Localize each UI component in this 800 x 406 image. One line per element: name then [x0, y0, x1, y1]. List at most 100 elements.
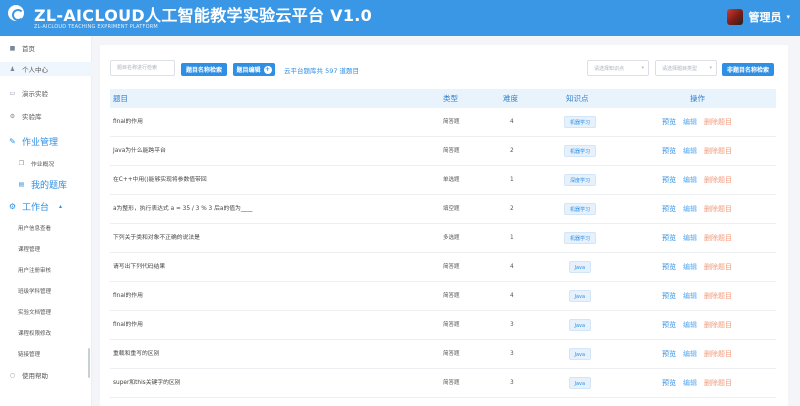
- preview-link[interactable]: 预览: [662, 311, 676, 340]
- edit-link[interactable]: 编辑: [683, 253, 697, 282]
- preview-link[interactable]: 预览: [662, 253, 676, 282]
- preview-link[interactable]: 预览: [662, 195, 676, 224]
- delete-question-link[interactable]: 删除题目: [704, 340, 732, 369]
- knowledge-tag: Java: [568, 377, 592, 389]
- edit-link[interactable]: 编辑: [683, 195, 697, 224]
- preview-link[interactable]: 预览: [662, 224, 676, 253]
- help-icon: ○: [9, 371, 16, 379]
- question-difficulty: 3: [510, 351, 514, 357]
- column-header-actions: 操作: [690, 94, 705, 103]
- knowledge-tag: 深度学习: [564, 174, 597, 186]
- preview-link[interactable]: 预览: [662, 282, 676, 311]
- table-row: super和this关键字的区别 简答题 3 Java 预览 编辑 删除题目: [110, 369, 776, 398]
- sidebar-item-homework-overview[interactable]: ❐ 作业概况: [0, 156, 92, 170]
- preview-link[interactable]: 预览: [662, 340, 676, 369]
- question-type-select[interactable]: 请选择题目类型 ▾: [655, 60, 717, 76]
- delete-question-link[interactable]: 删除题目: [704, 369, 732, 398]
- sidebar-group-homework[interactable]: ✎ 作业管理: [0, 133, 92, 149]
- non-title-search-button[interactable]: 非题目名称检索: [722, 63, 774, 76]
- delete-question-link[interactable]: 删除题目: [704, 166, 732, 195]
- sidebar: ■ 首页 ♟ 个人中心 ▭ 演示实验 ⚙ 实验库 ✎ 作业管理 ❐ 作业概况 ▤…: [0, 36, 92, 406]
- delete-question-link[interactable]: 删除题目: [704, 195, 732, 224]
- knowledge-tag: 机器学习: [564, 145, 597, 157]
- logo-icon: [8, 5, 24, 21]
- sidebar-scrollbar[interactable]: [88, 348, 90, 378]
- user-name[interactable]: 管理员: [748, 9, 781, 25]
- question-edit-button[interactable]: 题目编辑 +: [233, 63, 275, 76]
- chevron-up-icon: ▴: [59, 202, 63, 210]
- edit-link[interactable]: 编辑: [683, 224, 697, 253]
- question-type: 填空题: [443, 206, 460, 212]
- sidebar-group-label: 工作台: [22, 202, 50, 213]
- sidebar-item-help[interactable]: ○ 使用帮助: [0, 368, 92, 382]
- delete-question-link[interactable]: 删除题目: [704, 282, 732, 311]
- sidebar-group-workbench[interactable]: ⚙ 工作台 ▴: [0, 198, 92, 214]
- question-title: Java为什么能跨平台: [113, 148, 166, 154]
- avatar[interactable]: [727, 9, 744, 25]
- knowledge-tag: Java: [568, 348, 592, 360]
- title-search-button[interactable]: 题目名称检索: [181, 63, 227, 76]
- edit-link[interactable]: 编辑: [683, 369, 697, 398]
- edit-link[interactable]: 编辑: [683, 340, 697, 369]
- edit-link[interactable]: 编辑: [683, 282, 697, 311]
- question-difficulty: 1: [510, 177, 514, 183]
- sidebar-item-course-permissions[interactable]: 课程权限修改: [0, 327, 92, 339]
- question-count: 云平台题库共 597 道题目: [284, 67, 360, 75]
- question-title: final的作用: [113, 119, 143, 125]
- table-row: final的作用 简答题 3 Java 预览 编辑 删除题目: [110, 311, 776, 340]
- sidebar-item-demo[interactable]: ▭ 演示实验: [0, 86, 92, 100]
- question-title: 在C++中用()能够实现将参数值带回: [113, 177, 207, 183]
- edit-link[interactable]: 编辑: [683, 137, 697, 166]
- question-type: 简答题: [443, 148, 460, 154]
- sidebar-item-class-subject[interactable]: 班级学科管理: [0, 285, 92, 297]
- knowledge-tag: 机器学习: [564, 232, 597, 244]
- chevron-down-icon[interactable]: ▾: [786, 13, 790, 21]
- delete-question-link[interactable]: 删除题目: [704, 137, 732, 166]
- user-menu[interactable]: 管理员 ▾: [727, 9, 790, 25]
- question-title: 重载和重写的区别: [113, 351, 160, 357]
- edit-icon: ✎: [9, 136, 16, 146]
- app-title: ZL-AICLOUD人工智能教学实验云平台 V1.0: [34, 6, 373, 25]
- edit-link[interactable]: 编辑: [683, 311, 697, 340]
- sidebar-item-home[interactable]: ■ 首页: [0, 41, 92, 55]
- table-row: a为整形，执行表达式 a = 35 / 3 % 3 后a的值为____ 填空题 2 机…: [110, 195, 776, 224]
- sidebar-item-profile[interactable]: ♟ 个人中心: [0, 62, 92, 76]
- question-difficulty: 2: [510, 148, 514, 154]
- delete-question-link[interactable]: 删除题目: [704, 311, 732, 340]
- knowledge-point-select[interactable]: 请选择知识点 ▾: [587, 60, 649, 76]
- question-difficulty: 1: [510, 235, 514, 241]
- copy-icon: ❐: [18, 159, 25, 167]
- sidebar-item-lab-docs[interactable]: 实验文档管理: [0, 306, 92, 318]
- edit-link[interactable]: 编辑: [683, 108, 697, 137]
- preview-link[interactable]: 预览: [662, 137, 676, 166]
- chevron-down-icon: ▾: [641, 65, 644, 71]
- table-row: final的作用 简答题 4 Java 预览 编辑 删除题目: [110, 282, 776, 311]
- sidebar-item-lab-library[interactable]: ⚙ 实验库: [0, 109, 92, 123]
- preview-link[interactable]: 预览: [662, 108, 676, 137]
- sidebar-item-user-info[interactable]: 用户信息查看: [0, 222, 92, 234]
- knowledge-tag: 机器学习: [564, 203, 597, 215]
- preview-link[interactable]: 预览: [662, 369, 676, 398]
- user-icon: ♟: [9, 65, 16, 73]
- question-type: 简答题: [443, 322, 460, 328]
- sidebar-item-link-mgmt[interactable]: 链接管理: [0, 348, 92, 360]
- question-type: 多选题: [443, 235, 460, 241]
- select-placeholder: 请选择题目类型: [662, 65, 698, 72]
- delete-question-link[interactable]: 删除题目: [704, 253, 732, 282]
- sidebar-item-my-question-bank[interactable]: ▤ 我的题库: [0, 176, 92, 192]
- search-input[interactable]: [110, 60, 175, 76]
- question-difficulty: 4: [510, 119, 514, 125]
- knowledge-tag: Java: [568, 290, 592, 302]
- edit-link[interactable]: 编辑: [683, 166, 697, 195]
- top-header: ZL-AICLOUD人工智能教学实验云平台 V1.0 ZL-AICLOUD TE…: [0, 0, 800, 36]
- monitor-icon: ▭: [9, 89, 16, 97]
- gear-icon: ⚙: [9, 112, 16, 120]
- sidebar-item-label: 使用帮助: [22, 372, 48, 380]
- question-bank-panel: 题目名称检索 题目编辑 + 云平台题库共 597 道题目 请选择知识点 ▾ 请选…: [100, 45, 788, 406]
- sidebar-item-course-mgmt[interactable]: 课程管理: [0, 243, 92, 255]
- delete-question-link[interactable]: 删除题目: [704, 108, 732, 137]
- delete-question-link[interactable]: 删除题目: [704, 224, 732, 253]
- table-header: 题目 类型 难度 知识点 操作: [110, 89, 776, 108]
- preview-link[interactable]: 预览: [662, 166, 676, 195]
- sidebar-item-registration-review[interactable]: 用户注册审核: [0, 264, 92, 276]
